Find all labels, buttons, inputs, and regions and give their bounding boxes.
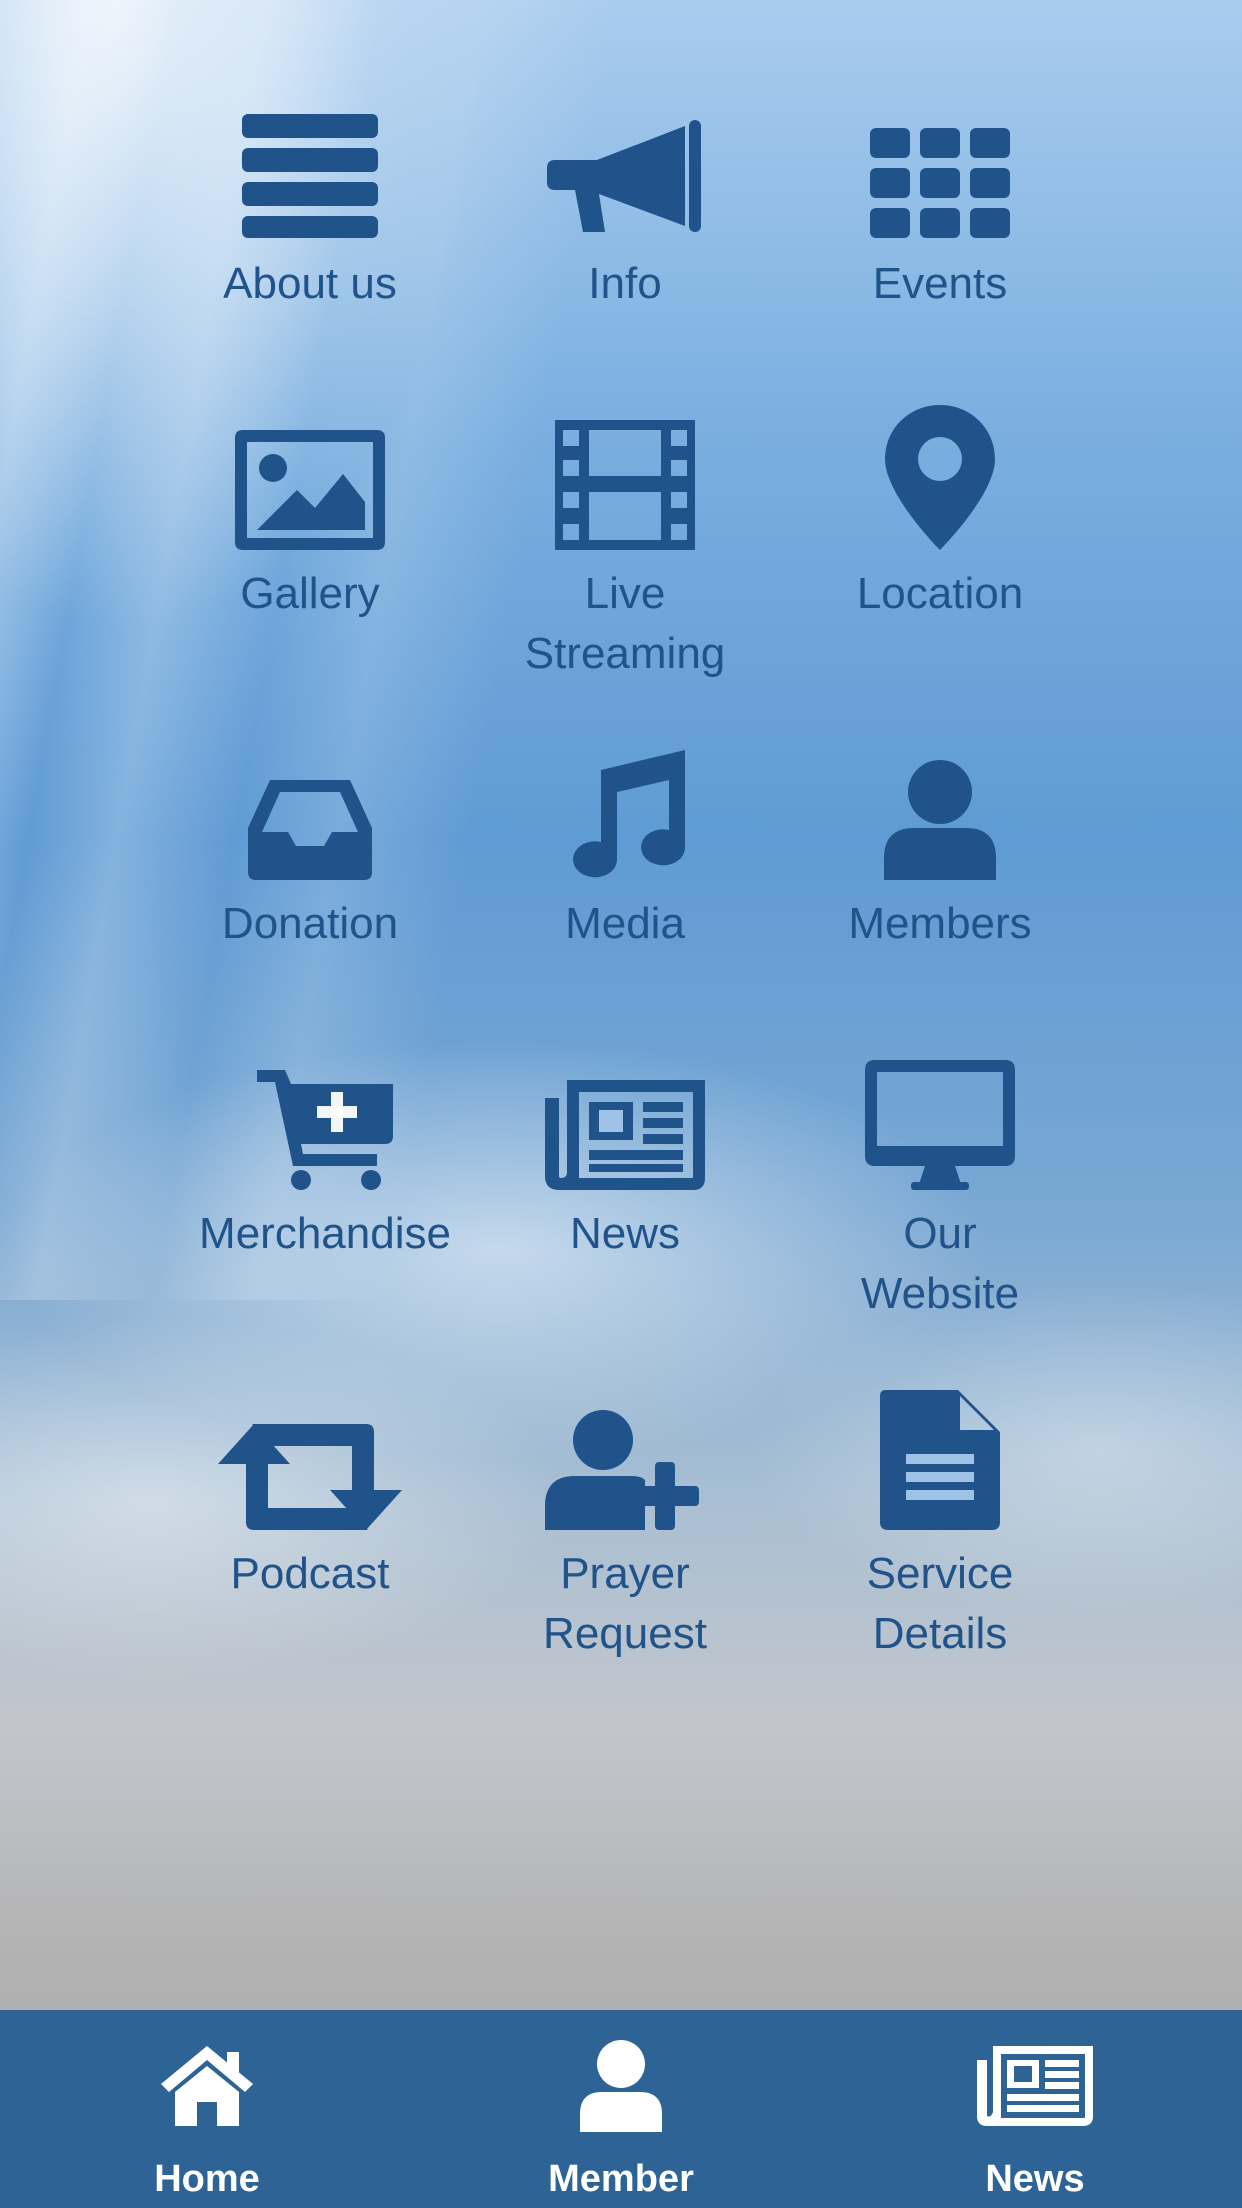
tab-label: Home [154, 2158, 260, 2200]
map-pin-icon [790, 405, 1090, 550]
menu-item-label: Donation [221, 899, 399, 948]
user-icon [790, 740, 1090, 880]
user-icon [580, 2036, 662, 2136]
menu-item-members[interactable]: Members [790, 740, 1090, 954]
monitor-icon [790, 1050, 1090, 1190]
menu-item-events[interactable]: Events [790, 100, 1090, 314]
menu-item-gallery[interactable]: Gallery [160, 410, 460, 624]
menu-item-label: Media [565, 899, 685, 948]
menu-item-label: Prayer Request [543, 1549, 707, 1658]
film-icon [475, 410, 775, 550]
menu-grid: About us Info Events Gallery Live Stream… [0, 0, 1242, 1700]
menu-item-media[interactable]: Media [475, 740, 775, 954]
home-icon [161, 2036, 253, 2136]
menu-item-news[interactable]: News [475, 1050, 775, 1264]
document-icon [790, 1390, 1090, 1530]
menu-item-label: Info [588, 259, 662, 308]
menu-item-label: Merchandise [199, 1209, 451, 1258]
retweet-icon [160, 1390, 460, 1530]
grid-icon [790, 100, 1090, 240]
menu-item-label: Podcast [230, 1549, 390, 1598]
picture-icon [160, 410, 460, 550]
inbox-icon [160, 740, 460, 880]
list-icon [160, 100, 460, 240]
menu-item-podcast[interactable]: Podcast [160, 1390, 460, 1604]
menu-item-about-us[interactable]: About us [160, 100, 460, 314]
menu-item-label: About us [223, 259, 397, 308]
cart-plus-icon [175, 1050, 475, 1190]
menu-item-our-website[interactable]: Our Website [790, 1050, 1090, 1324]
menu-item-label: Members [848, 899, 1032, 948]
menu-item-service-details[interactable]: Service Details [790, 1390, 1090, 1664]
menu-item-label: News [569, 1209, 681, 1258]
menu-item-label: Location [856, 569, 1024, 618]
tab-home[interactable]: Home [0, 2010, 414, 2208]
menu-item-location[interactable]: Location [790, 405, 1090, 624]
megaphone-icon [475, 100, 775, 240]
bottom-tab-bar: Home Member News [0, 2010, 1242, 2208]
menu-item-info[interactable]: Info [475, 100, 775, 314]
music-icon [475, 740, 775, 880]
menu-item-merchandise[interactable]: Merchandise [175, 1050, 475, 1264]
tab-member[interactable]: Member [414, 2010, 828, 2208]
menu-item-live-streaming[interactable]: Live Streaming [475, 410, 775, 684]
newspaper-icon [475, 1050, 775, 1190]
menu-item-label: Events [872, 259, 1008, 308]
menu-item-donation[interactable]: Donation [160, 740, 460, 954]
newspaper-icon [977, 2036, 1093, 2136]
menu-item-label: Live Streaming [524, 569, 726, 678]
menu-item-label: Gallery [240, 569, 380, 618]
user-plus-icon [475, 1390, 775, 1530]
tab-label: Member [548, 2158, 694, 2200]
menu-item-label: Service Details [866, 1549, 1014, 1658]
menu-item-label: Our Website [860, 1209, 1020, 1318]
menu-item-prayer-request[interactable]: Prayer Request [475, 1390, 775, 1664]
tab-news[interactable]: News [828, 2010, 1242, 2208]
tab-label: News [985, 2158, 1085, 2200]
app-screen: About us Info Events Gallery Live Stream… [0, 0, 1242, 2208]
